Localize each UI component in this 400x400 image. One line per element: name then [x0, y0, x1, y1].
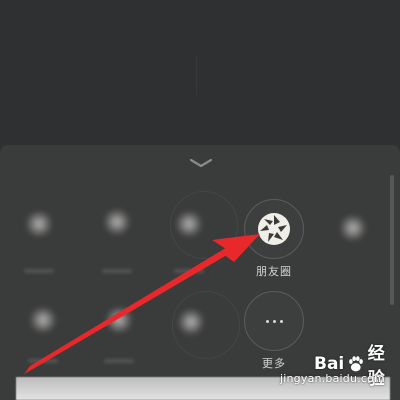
blurred-share-label [174, 269, 204, 273]
watermark-logo-left: Bai [314, 354, 345, 374]
baidu-jingyan-watermark: Bai 经验 jingyan.baidu.com [258, 335, 398, 397]
camera-shutter-icon [258, 213, 290, 245]
blurred-share-label [24, 269, 54, 273]
blurred-share-target [340, 215, 366, 241]
blurred-share-target [26, 211, 52, 237]
blurred-share-target [104, 209, 130, 235]
moments-label: 朋友圈 [256, 265, 292, 278]
blurred-share-label [28, 359, 58, 363]
moments-icon-circle[interactable] [244, 199, 304, 259]
blurred-share-target [106, 307, 132, 333]
background-divider [196, 55, 197, 95]
background-app-screen [0, 0, 400, 150]
watermark-url: jingyan.baidu.com [280, 372, 385, 385]
faded-share-tile [170, 191, 238, 259]
blurred-share-label [104, 359, 134, 363]
faded-share-tile [172, 291, 240, 359]
blurred-share-label [102, 269, 132, 273]
scrollbar[interactable] [390, 175, 394, 305]
chevron-down-icon [189, 158, 213, 168]
more-dots-icon [265, 319, 283, 323]
share-to-moments-button[interactable]: 朋友圈 [244, 199, 304, 279]
blurred-share-target [30, 307, 56, 333]
collapse-sheet-button[interactable] [184, 153, 218, 173]
